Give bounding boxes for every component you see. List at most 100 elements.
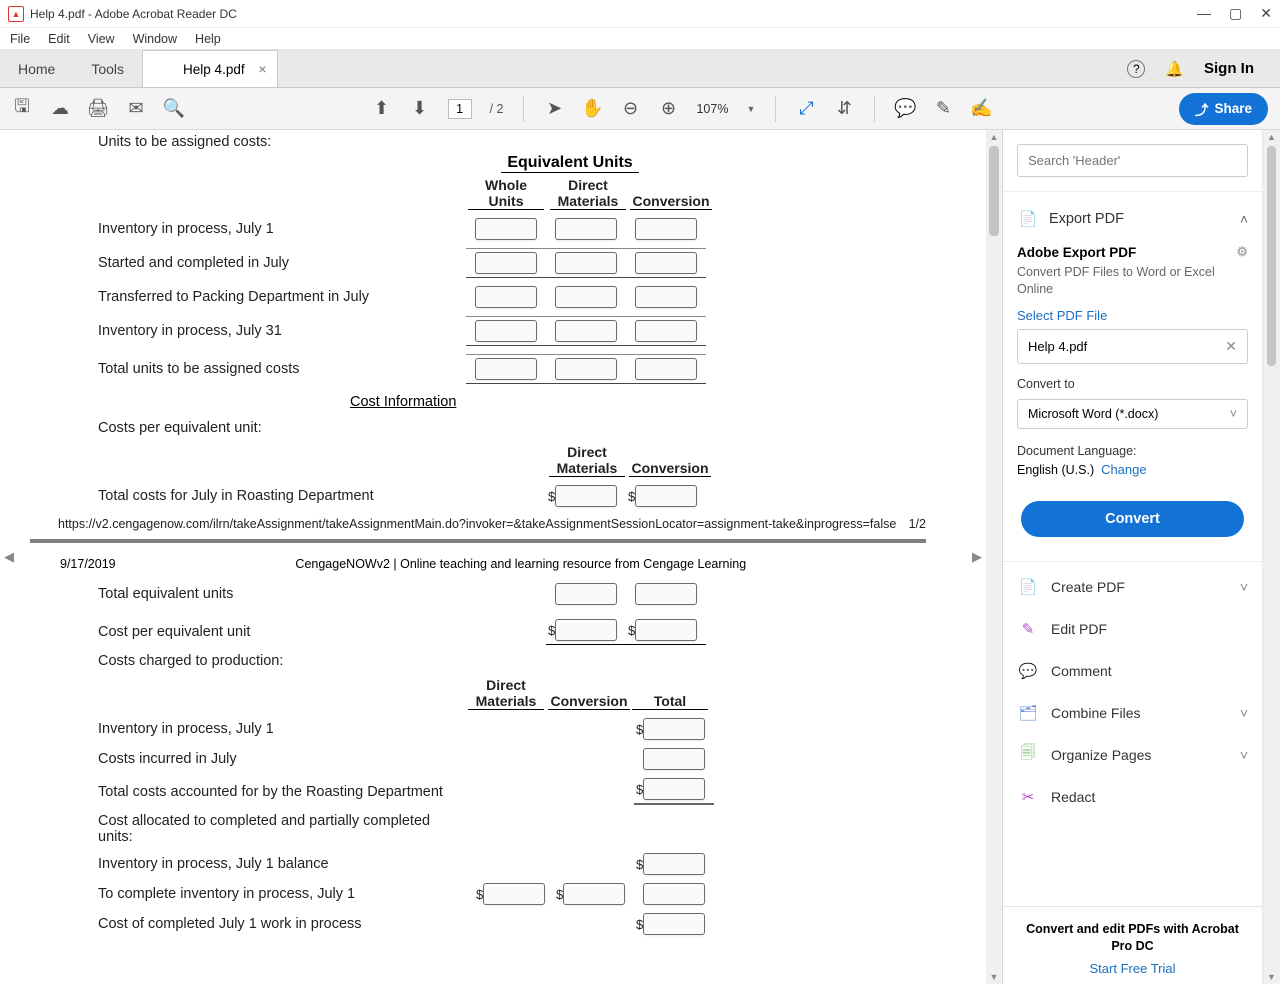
input-field[interactable]	[635, 583, 697, 605]
export-pdf-section[interactable]: 📄 Export PDF ˄	[1017, 202, 1248, 236]
close-button[interactable]: ✕	[1260, 5, 1272, 22]
format-dropdown[interactable]: Microsoft Word (*.docx) ˅	[1017, 399, 1248, 429]
convert-button[interactable]: Convert	[1021, 501, 1244, 537]
input-field[interactable]	[635, 358, 697, 380]
input-field[interactable]	[643, 883, 705, 905]
doc-scrollbar[interactable]: ▲ ▼	[986, 130, 1002, 984]
sign-icon[interactable]: ✍	[971, 99, 991, 119]
menu-window[interactable]: Window	[133, 32, 177, 46]
tool-item[interactable]: 🗐Organize Pages˅	[1017, 734, 1248, 776]
tool-item[interactable]: ✂Redact	[1017, 776, 1248, 818]
tool-item[interactable]: ✎Edit PDF	[1017, 608, 1248, 650]
print-icon[interactable]: 🖨	[88, 99, 108, 119]
tool-item[interactable]: 💬Comment	[1017, 650, 1248, 692]
fit-width-icon[interactable]: ⤢	[796, 99, 816, 119]
input-field[interactable]	[555, 252, 617, 274]
minimize-button[interactable]: —	[1197, 5, 1211, 22]
tab-home[interactable]: Home	[0, 50, 73, 87]
input-field[interactable]	[555, 286, 617, 308]
input-field[interactable]	[563, 883, 625, 905]
share-button[interactable]: ⤴ Share	[1179, 93, 1268, 125]
chevron-down-icon: ˅	[1230, 407, 1237, 421]
input-field[interactable]	[475, 252, 537, 274]
input-field[interactable]	[555, 619, 617, 641]
select-pdf-link[interactable]: Select PDF File	[1017, 308, 1248, 323]
cloud-icon[interactable]: ☁	[50, 99, 70, 119]
comment-icon[interactable]: 💬	[895, 99, 915, 119]
window-title: Help 4.pdf - Adobe Acrobat Reader DC	[30, 7, 237, 21]
input-field[interactable]	[555, 583, 617, 605]
input-field[interactable]	[635, 485, 697, 507]
menu-edit[interactable]: Edit	[48, 32, 70, 46]
panel-expand-right[interactable]: ▶	[968, 537, 986, 577]
input-field[interactable]	[635, 286, 697, 308]
zoom-level[interactable]: 107%	[696, 102, 728, 116]
hand-icon[interactable]: ✋	[582, 99, 602, 119]
input-field[interactable]	[643, 778, 705, 800]
table-row-label: Cost allocated to completed and partiall…	[98, 813, 466, 845]
input-field[interactable]	[643, 748, 705, 770]
menu-help[interactable]: Help	[195, 32, 221, 46]
tab-close-icon[interactable]: ×	[258, 61, 266, 77]
bell-icon[interactable]: 🔔	[1165, 60, 1184, 78]
col-whole-1: Whole	[485, 177, 527, 193]
p2-row: Cost per equivalent unit	[98, 624, 546, 640]
doclang-label: Document Language:	[1017, 429, 1248, 462]
input-field[interactable]	[475, 286, 537, 308]
input-field[interactable]	[643, 853, 705, 875]
selected-file-name: Help 4.pdf	[1028, 339, 1087, 354]
menu-file[interactable]: File	[10, 32, 30, 46]
save-icon[interactable]: 🖫	[12, 99, 32, 119]
header-equivalent-units: Equivalent Units	[501, 154, 638, 173]
table-row-label: To complete inventory in process, July 1	[98, 886, 466, 902]
selected-file[interactable]: Help 4.pdf ✕	[1017, 329, 1248, 364]
tool-item[interactable]: 🗂Combine Files˅	[1017, 692, 1248, 734]
input-field[interactable]	[475, 358, 537, 380]
cursor-icon[interactable]: ➤	[544, 99, 564, 119]
input-field[interactable]	[555, 218, 617, 240]
mail-icon[interactable]: ✉	[126, 99, 146, 119]
input-field[interactable]	[555, 358, 617, 380]
tab-file[interactable]: Help 4.pdf ×	[142, 50, 278, 87]
scroll-mode-icon[interactable]: ⇵	[834, 99, 854, 119]
maximize-button[interactable]: ▢	[1229, 5, 1242, 22]
gear-icon[interactable]: ⚙	[1236, 244, 1248, 260]
menu-view[interactable]: View	[88, 32, 115, 46]
input-field[interactable]	[475, 320, 537, 342]
tools-search-input[interactable]	[1017, 144, 1248, 177]
panel-scrollbar[interactable]: ▲ ▼	[1262, 130, 1280, 984]
start-trial-link[interactable]: Start Free Trial	[1015, 955, 1250, 976]
col-conv: Conversion	[630, 193, 712, 210]
zoom-dropdown-icon[interactable]: ▼	[746, 104, 755, 114]
zoom-in-icon[interactable]: ⊕	[658, 99, 678, 119]
chevron-down-icon: ˅	[1240, 579, 1248, 595]
zoom-out-icon[interactable]: ⊖	[620, 99, 640, 119]
search-icon[interactable]: 🔍	[164, 99, 184, 119]
input-field[interactable]	[635, 619, 697, 641]
input-field[interactable]	[483, 883, 545, 905]
export-pdf-icon: 📄	[1017, 208, 1039, 230]
input-field[interactable]	[475, 218, 537, 240]
remove-file-icon[interactable]: ✕	[1225, 338, 1237, 355]
page-up-icon[interactable]: ⬆	[372, 99, 392, 119]
share-icon: ⤴	[1195, 99, 1209, 119]
input-field[interactable]	[555, 320, 617, 342]
highlight-icon[interactable]: ✎	[933, 99, 953, 119]
input-field[interactable]	[555, 485, 617, 507]
input-field[interactable]	[635, 218, 697, 240]
tool-item[interactable]: 📄Create PDF˅	[1017, 566, 1248, 608]
tab-tools[interactable]: Tools	[73, 50, 142, 87]
input-field[interactable]	[635, 252, 697, 274]
input-field[interactable]	[643, 718, 705, 740]
help-icon[interactable]: ?	[1127, 60, 1145, 78]
format-value: Microsoft Word (*.docx)	[1028, 407, 1158, 421]
input-field[interactable]	[643, 913, 705, 935]
change-lang-link[interactable]: Change	[1101, 462, 1147, 477]
panel-expand-left[interactable]: ◀	[0, 537, 18, 577]
input-field[interactable]	[635, 320, 697, 342]
page-down-icon[interactable]: ⬇	[410, 99, 430, 119]
export-pdf-title: Export PDF	[1049, 211, 1124, 227]
page-number-input[interactable]	[448, 99, 472, 119]
sign-in-link[interactable]: Sign In	[1204, 60, 1254, 77]
footer-page-number: 1/2	[909, 517, 926, 531]
